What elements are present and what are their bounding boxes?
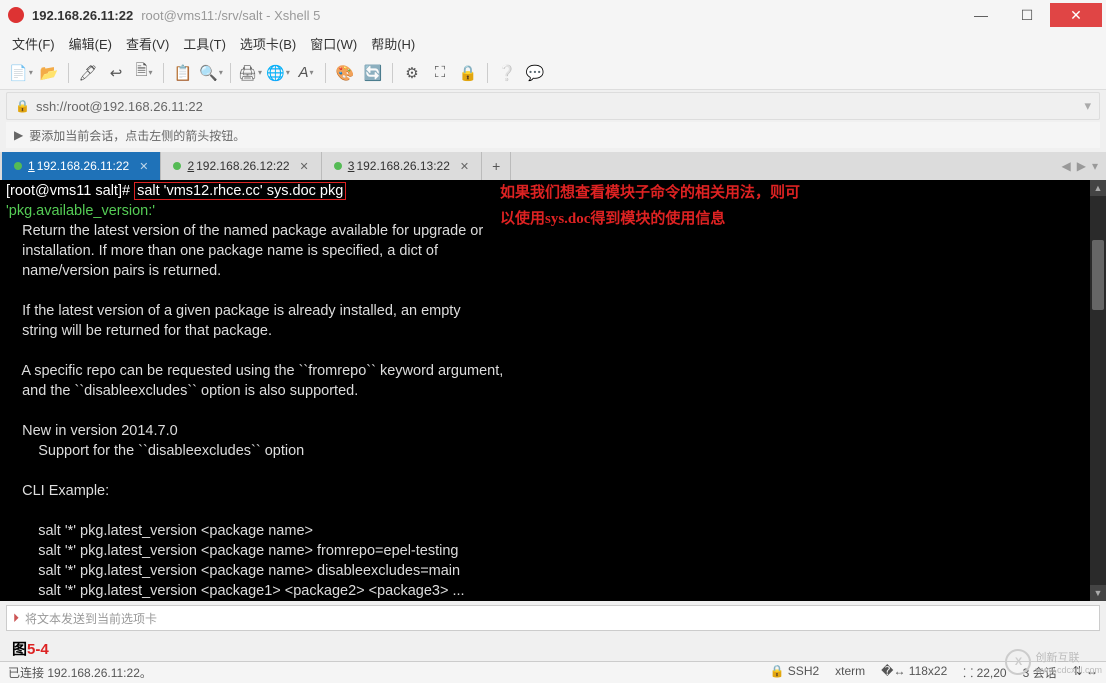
tab-num: 2	[187, 159, 194, 173]
tab-menu-icon[interactable]: ▾	[1092, 159, 1098, 173]
tab-nav: ◀ ▶ ▾	[1054, 152, 1106, 180]
fullscreen-icon[interactable]: ⛶	[427, 60, 453, 86]
title-bar: 192.168.26.11:22 root@vms11:/srv/salt - …	[0, 0, 1106, 30]
disconnect-icon[interactable]: ↩	[103, 60, 129, 86]
terminal-view[interactable]: [root@vms11 salt]# salt 'vms12.rhce.cc' …	[0, 180, 1106, 601]
terminal-body: Return the latest version of the named p…	[6, 223, 503, 599]
reconnect-icon[interactable]: 🖊	[75, 60, 101, 86]
toolbar: 📄▾ 📂 🖊 ↩ 🗎▾ 📋 🔍▾ 🖨▾ 🌐▾ A▾ 🎨 🔄 ⚙ ⛶ 🔒 ❔ 💬	[0, 56, 1106, 90]
separator	[230, 63, 231, 83]
scroll-thumb[interactable]	[1092, 240, 1104, 310]
menu-tools[interactable]: 工具(T)	[183, 34, 226, 53]
tab-close-icon[interactable]: ✕	[460, 160, 469, 173]
fig-num: 5-4	[27, 641, 49, 658]
tab-label: 192.168.26.12:22	[196, 159, 289, 173]
status-dot-icon	[173, 162, 181, 170]
watermark: X 创新互联 www.cdcxhl.com	[1005, 649, 1102, 675]
menu-window[interactable]: 窗口(W)	[310, 34, 357, 53]
status-connection: 已连接 192.168.26.11:22。	[8, 664, 152, 681]
status-pos: ⸬ 22,20	[963, 664, 1006, 681]
tab-1[interactable]: 1 192.168.26.11:22 ✕	[2, 152, 161, 180]
menu-edit[interactable]: 编辑(E)	[69, 34, 112, 53]
tab-strip: 1 192.168.26.11:22 ✕ 2 192.168.26.12:22 …	[0, 152, 1106, 180]
tab-label: 192.168.26.11:22	[37, 159, 130, 173]
scroll-up-icon[interactable]: ▲	[1090, 180, 1106, 196]
tab-num: 3	[348, 159, 355, 173]
close-button[interactable]: ✕	[1050, 3, 1102, 27]
window-controls: — ☐ ✕	[958, 3, 1102, 27]
lock-icon: 🔒	[15, 99, 30, 113]
tab-add-button[interactable]: +	[482, 152, 511, 180]
properties-icon[interactable]: 🗎▾	[131, 60, 157, 86]
annotation-line2: 以使用sys.doc得到模块的使用信息	[500, 210, 725, 229]
separator	[325, 63, 326, 83]
copy-icon[interactable]: 📋	[170, 60, 196, 86]
open-icon[interactable]: 📂	[36, 60, 62, 86]
menu-tab[interactable]: 选项卡(B)	[240, 34, 296, 53]
minimize-button[interactable]: —	[958, 3, 1004, 27]
fig-prefix: 图	[12, 641, 27, 658]
annotation-line1: 如果我们想查看模块子命令的相关用法，则可	[500, 184, 800, 203]
hint-text: 要添加当前会话，点击左侧的箭头按钮。	[29, 127, 245, 144]
print-icon[interactable]: 🖨▾	[237, 60, 263, 86]
tab-next-icon[interactable]: ▶	[1077, 159, 1086, 173]
address-dropdown-icon[interactable]: ▾	[1084, 98, 1091, 114]
send-placeholder: 将文本发送到当前选项卡	[25, 610, 157, 627]
scroll-down-icon[interactable]: ▼	[1090, 585, 1106, 601]
watermark-text2: www.cdcxhl.com	[1035, 665, 1102, 675]
hint-arrow-icon[interactable]: ▶	[14, 128, 23, 142]
separator	[163, 63, 164, 83]
title-ip: 192.168.26.11:22	[32, 8, 133, 23]
separator	[392, 63, 393, 83]
send-icon: ⏵	[13, 611, 19, 626]
help-icon[interactable]: ❔	[494, 60, 520, 86]
status-dot-icon	[334, 162, 342, 170]
settings-icon[interactable]: ⚙	[399, 60, 425, 86]
paste-icon[interactable]: 🔍▾	[198, 60, 224, 86]
refresh-icon[interactable]: 🔄	[360, 60, 386, 86]
terminal-header: 'pkg.available_version:'	[6, 203, 155, 219]
app-icon	[8, 7, 24, 23]
menu-help[interactable]: 帮助(H)	[371, 34, 415, 53]
send-text-input[interactable]: ⏵ 将文本发送到当前选项卡	[6, 605, 1100, 631]
terminal-prompt: [root@vms11 salt]#	[6, 183, 134, 199]
status-ssh: 🔒 SSH2	[770, 664, 820, 681]
tab-3[interactable]: 3 192.168.26.13:22 ✕	[322, 152, 482, 180]
menu-file[interactable]: 文件(F)	[12, 34, 55, 53]
tab-prev-icon[interactable]: ◀	[1062, 159, 1071, 173]
menu-view[interactable]: 查看(V)	[126, 34, 169, 53]
watermark-icon: X	[1005, 649, 1031, 675]
transfer-icon[interactable]: 🌐▾	[265, 60, 291, 86]
separator	[68, 63, 69, 83]
title-sub: root@vms11:/srv/salt - Xshell 5	[141, 8, 320, 23]
menu-bar: 文件(F) 编辑(E) 查看(V) 工具(T) 选项卡(B) 窗口(W) 帮助(…	[0, 30, 1106, 56]
status-term: xterm	[835, 664, 865, 681]
address-url: ssh://root@192.168.26.11:22	[36, 99, 203, 114]
figure-label: 图5-4	[12, 638, 49, 659]
lock-icon[interactable]: 🔒	[455, 60, 481, 86]
status-bar: 已连接 192.168.26.11:22。 🔒 SSH2 xterm �↔ 11…	[0, 661, 1106, 683]
tab-label: 192.168.26.13:22	[356, 159, 449, 173]
terminal-command: salt 'vms12.rhce.cc' sys.doc pkg	[134, 182, 346, 200]
terminal-scrollbar[interactable]: ▲ ▼	[1090, 180, 1106, 601]
hint-bar: ▶ 要添加当前会话，点击左侧的箭头按钮。	[6, 122, 1100, 148]
separator	[487, 63, 488, 83]
tab-2[interactable]: 2 192.168.26.12:22 ✕	[161, 152, 321, 180]
maximize-button[interactable]: ☐	[1004, 3, 1050, 27]
watermark-text1: 创新互联	[1035, 649, 1102, 665]
address-bar[interactable]: 🔒 ssh://root@192.168.26.11:22 ▾	[6, 92, 1100, 120]
tab-num: 1	[28, 159, 35, 173]
tab-close-icon[interactable]: ✕	[139, 160, 148, 173]
status-size: �↔ 118x22	[881, 664, 947, 681]
tab-close-icon[interactable]: ✕	[300, 160, 309, 173]
color-icon[interactable]: 🎨	[332, 60, 358, 86]
new-session-icon[interactable]: 📄▾	[8, 60, 34, 86]
dialog-icon[interactable]: 💬	[522, 60, 548, 86]
status-dot-icon	[14, 162, 22, 170]
font-icon[interactable]: A▾	[293, 60, 319, 86]
